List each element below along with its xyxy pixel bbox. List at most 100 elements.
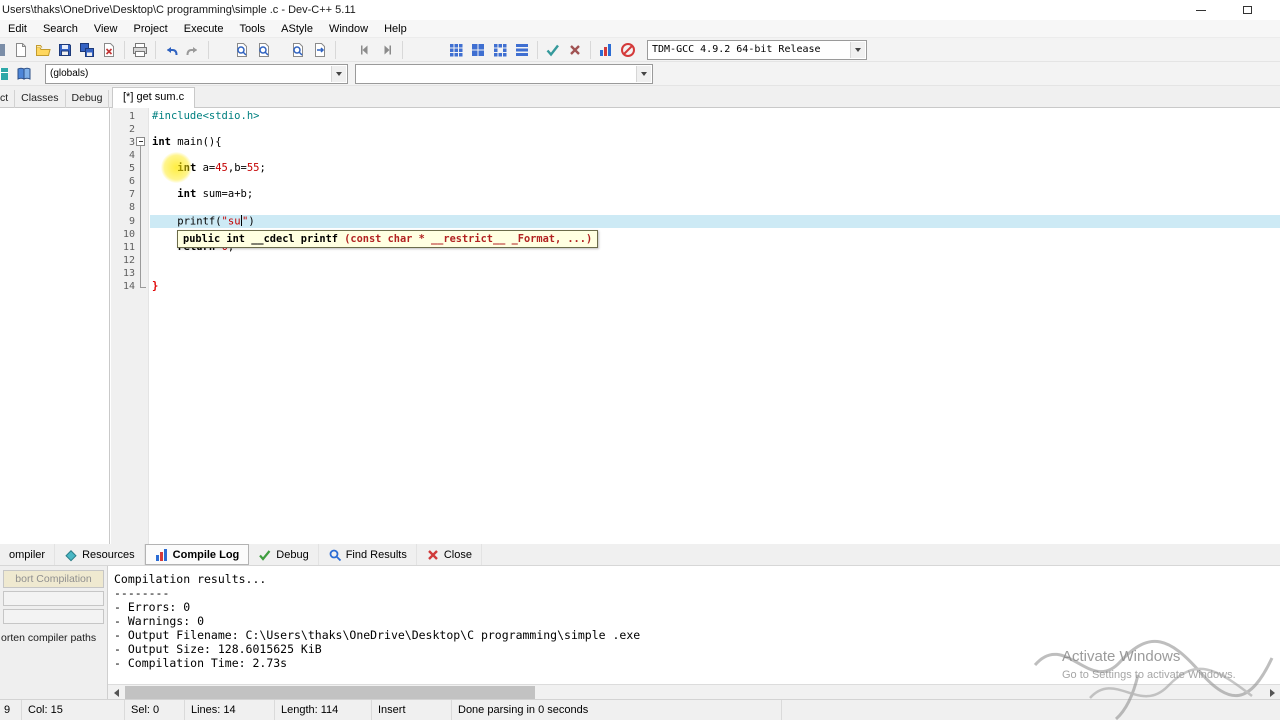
forward-icon[interactable] xyxy=(376,39,398,61)
code-line-8[interactable] xyxy=(150,201,1280,214)
toolbar-separator xyxy=(402,40,403,59)
compiler-panel-button[interactable] xyxy=(3,591,104,606)
scroll-left-button[interactable] xyxy=(108,685,124,700)
panel-tab-classes[interactable]: Classes xyxy=(15,90,66,108)
editor-tab-get-sum[interactable]: [*] get sum.c xyxy=(112,87,196,108)
code-line-7[interactable]: int sum=a+b; xyxy=(150,188,1280,201)
report-tab-label: Close xyxy=(443,548,472,561)
toolbar-separator xyxy=(537,40,538,59)
code-line-13[interactable] xyxy=(150,267,1280,280)
makefile-icon[interactable] xyxy=(511,39,533,61)
panel-tab-bar: ct Classes Debug xyxy=(0,90,110,108)
abort-compile-icon[interactable] xyxy=(564,39,586,61)
goto-line-icon[interactable] xyxy=(309,39,331,61)
code-line-5[interactable]: int a=45,b=55; xyxy=(150,162,1280,175)
report-tab-close[interactable]: Close xyxy=(417,544,482,565)
menu-item-window[interactable]: Window xyxy=(321,21,376,37)
partial-icon[interactable] xyxy=(0,63,13,85)
status-segment-7 xyxy=(782,700,1280,720)
find-icon[interactable] xyxy=(231,39,253,61)
compiler-panel-button[interactable] xyxy=(3,609,104,624)
log-line: Compilation results... xyxy=(114,572,267,586)
close-icon xyxy=(426,548,440,562)
profile-analysis-icon[interactable] xyxy=(595,39,617,61)
menu-item-edit[interactable]: Edit xyxy=(0,21,35,37)
report-tab-find-results[interactable]: Find Results xyxy=(319,544,417,565)
class-browser-icon[interactable] xyxy=(13,63,35,85)
panel-tab-ct[interactable]: ct xyxy=(0,90,16,108)
back-icon[interactable] xyxy=(354,39,376,61)
print-icon[interactable] xyxy=(129,39,151,61)
save-all-icon[interactable] xyxy=(76,39,98,61)
chevron-down-icon[interactable] xyxy=(636,65,651,82)
syntax-check-icon[interactable] xyxy=(542,39,564,61)
code-line-4[interactable] xyxy=(150,149,1280,162)
maximize-icon xyxy=(1242,6,1252,14)
compiler-side-panel: bort Compilation orten compiler paths xyxy=(0,566,108,697)
find-in-files-icon[interactable] xyxy=(287,39,309,61)
project-options-icon[interactable] xyxy=(489,39,511,61)
menu-item-tools[interactable]: Tools xyxy=(231,21,273,37)
report-tab-ompiler[interactable]: ompiler xyxy=(0,544,56,565)
tooltip-segment: (const char * __restrict__ _Format, ...) xyxy=(344,233,593,245)
tooltip-segment: public int __cdecl printf xyxy=(183,233,345,245)
status-bar: 9 Col: 15 Sel: 0 Lines: 14 Length: 114 Insert… xyxy=(0,699,1280,720)
gutter-line-number: 5 xyxy=(128,163,135,174)
report-tab-bar: ompiler Resources Compile Log Debug Find Res… xyxy=(0,544,1280,566)
gutter-line-number: 10 xyxy=(122,228,135,240)
gutter-line-number: 6 xyxy=(128,176,135,188)
save-icon[interactable] xyxy=(54,39,76,61)
code-line-6[interactable] xyxy=(150,175,1280,188)
code-line-3[interactable]: int main(){ xyxy=(150,136,1280,149)
scrollbar-track[interactable] xyxy=(108,684,1280,699)
delete-profiling-icon[interactable] xyxy=(617,39,639,61)
horizontal-scrollbar[interactable] xyxy=(0,684,1280,699)
open-file-icon[interactable] xyxy=(32,39,54,61)
redo-icon[interactable] xyxy=(182,39,204,61)
new-project-icon[interactable] xyxy=(445,39,467,61)
partial-icon[interactable] xyxy=(0,39,10,61)
globals-scope-select[interactable]: (globals) xyxy=(45,63,348,84)
gutter[interactable]: 1 2 3 4 5 6 7 8 9 10 11 12 13 14 xyxy=(111,108,149,544)
code-segment: int xyxy=(177,162,197,174)
code-line-14[interactable]: } xyxy=(150,280,1280,293)
fold-collapse-icon[interactable] xyxy=(136,137,145,146)
menu-item-execute[interactable]: Execute xyxy=(176,21,232,37)
compiler-profile-select[interactable]: TDM-GCC 4.9.2 64-bit Release xyxy=(647,39,867,60)
report-tab-debug[interactable]: Debug xyxy=(249,544,319,565)
status-segment-5: Insert xyxy=(372,700,452,720)
chevron-down-icon[interactable] xyxy=(850,41,865,58)
maximize-button[interactable] xyxy=(1224,0,1270,20)
menu-item-astyle[interactable]: AStyle xyxy=(273,21,321,37)
code-line-9[interactable]: printf("su ") xyxy=(150,214,1280,228)
compile-log-output[interactable]: Compilation results... -------- - Errors: … xyxy=(108,566,1280,683)
scrollbar-thumb[interactable] xyxy=(125,686,535,699)
code-line-12[interactable] xyxy=(150,254,1280,267)
scrollbar-left-gap xyxy=(0,684,108,699)
project-browser-panel[interactable] xyxy=(0,108,110,544)
member-select[interactable] xyxy=(355,63,653,84)
undo-icon[interactable] xyxy=(160,39,182,61)
replace-icon[interactable] xyxy=(253,39,275,61)
code-lines[interactable]: #include<stdio.h> int main(){ int a=45,b=… xyxy=(150,110,1280,294)
close-file-icon[interactable] xyxy=(98,39,120,61)
status-segment-2: Sel: 0 xyxy=(125,700,185,720)
chevron-down-icon[interactable] xyxy=(331,65,346,82)
report-tab-compile-log[interactable]: Compile Log xyxy=(144,544,250,565)
code-line-2[interactable] xyxy=(150,123,1280,136)
remove-from-project-icon[interactable] xyxy=(467,39,489,61)
code-editor[interactable]: 1 2 3 4 5 6 7 8 9 10 11 12 13 14 #include<stdio.h> int… xyxy=(111,108,1280,544)
scroll-right-button[interactable] xyxy=(1264,685,1280,700)
code-line-1[interactable]: #include<stdio.h> xyxy=(150,110,1280,123)
menu-item-project[interactable]: Project xyxy=(125,21,175,37)
abort-compilation-button[interactable]: bort Compilation xyxy=(3,570,104,588)
panel-tab-debug[interactable]: Debug xyxy=(66,90,110,108)
minimize-button[interactable] xyxy=(1178,0,1224,20)
menu-item-help[interactable]: Help xyxy=(376,21,415,37)
menu-item-view[interactable]: View xyxy=(86,21,126,37)
menu-item-search[interactable]: Search xyxy=(35,21,86,37)
shorten-compiler-paths-checkbox[interactable]: orten compiler paths xyxy=(0,624,107,644)
report-tab-resources[interactable]: Resources xyxy=(55,544,145,565)
new-file-icon[interactable] xyxy=(10,39,32,61)
